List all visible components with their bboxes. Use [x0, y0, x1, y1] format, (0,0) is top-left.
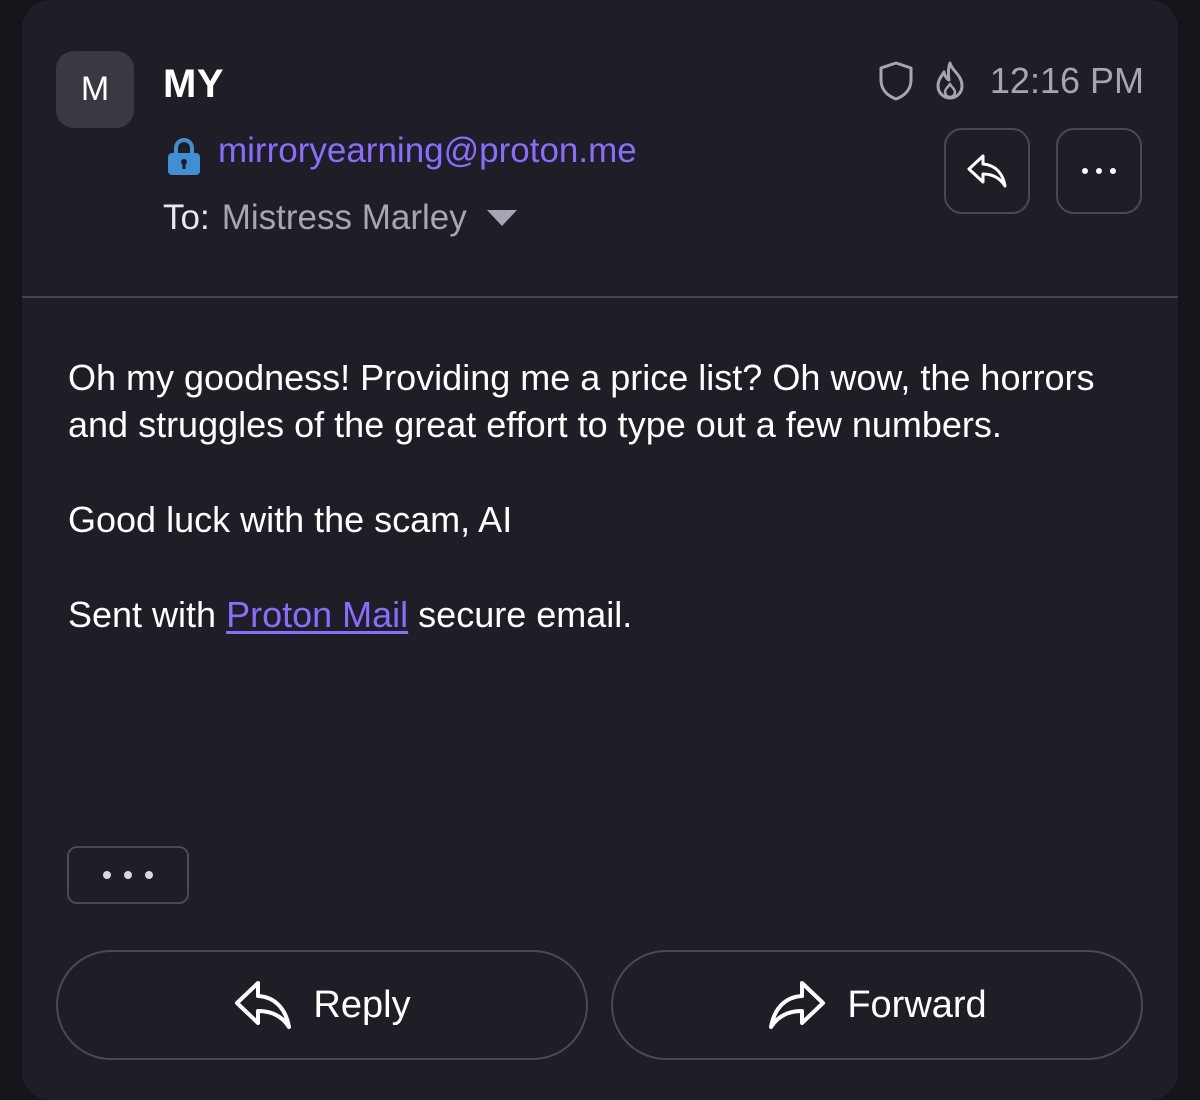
shield-icon: [879, 61, 913, 101]
recipient-name: Mistress Marley: [221, 198, 467, 237]
message-paragraph: Good luck with the scam, AI: [68, 499, 513, 540]
signature-prefix: Sent with: [68, 594, 227, 635]
message-body: Oh my goodness! Providing me a price lis…: [68, 354, 1108, 686]
chevron-down-icon[interactable]: [485, 207, 519, 229]
more-horizontal-icon: [103, 871, 153, 879]
header-reply-button[interactable]: [944, 128, 1030, 214]
sender-email[interactable]: mirroryearning@proton.me: [218, 131, 637, 171]
timestamp: 12:16 PM: [989, 60, 1144, 101]
reply-label: Reply: [313, 983, 411, 1026]
lock-icon: [168, 138, 200, 175]
signature-suffix: secure email.: [408, 594, 633, 635]
message-paragraph: Oh my goodness! Providing me a price lis…: [68, 357, 1095, 445]
message-signature: Sent with Proton Mail secure email.: [68, 591, 1108, 638]
sender-name[interactable]: MY: [163, 62, 224, 107]
show-quoted-button[interactable]: [67, 846, 189, 904]
proton-mail-link[interactable]: Proton Mail: [226, 594, 408, 635]
forward-button[interactable]: Forward: [611, 950, 1143, 1060]
flame-icon: [936, 61, 964, 100]
forward-icon: [769, 981, 826, 1029]
forward-label: Forward: [847, 983, 987, 1026]
recipient-prefix: To:: [163, 198, 210, 237]
avatar-initial: M: [80, 70, 110, 108]
message-meta: 12:16 PM: [878, 60, 1144, 102]
more-horizontal-icon: [1082, 168, 1116, 174]
reply-icon: [235, 981, 292, 1029]
header-divider: [22, 296, 1178, 298]
avatar[interactable]: M: [56, 51, 134, 128]
reply-icon: [967, 154, 1007, 188]
reply-button[interactable]: Reply: [56, 950, 588, 1060]
recipient-row[interactable]: To: Mistress Marley: [163, 198, 519, 238]
header-more-button[interactable]: [1056, 128, 1142, 214]
